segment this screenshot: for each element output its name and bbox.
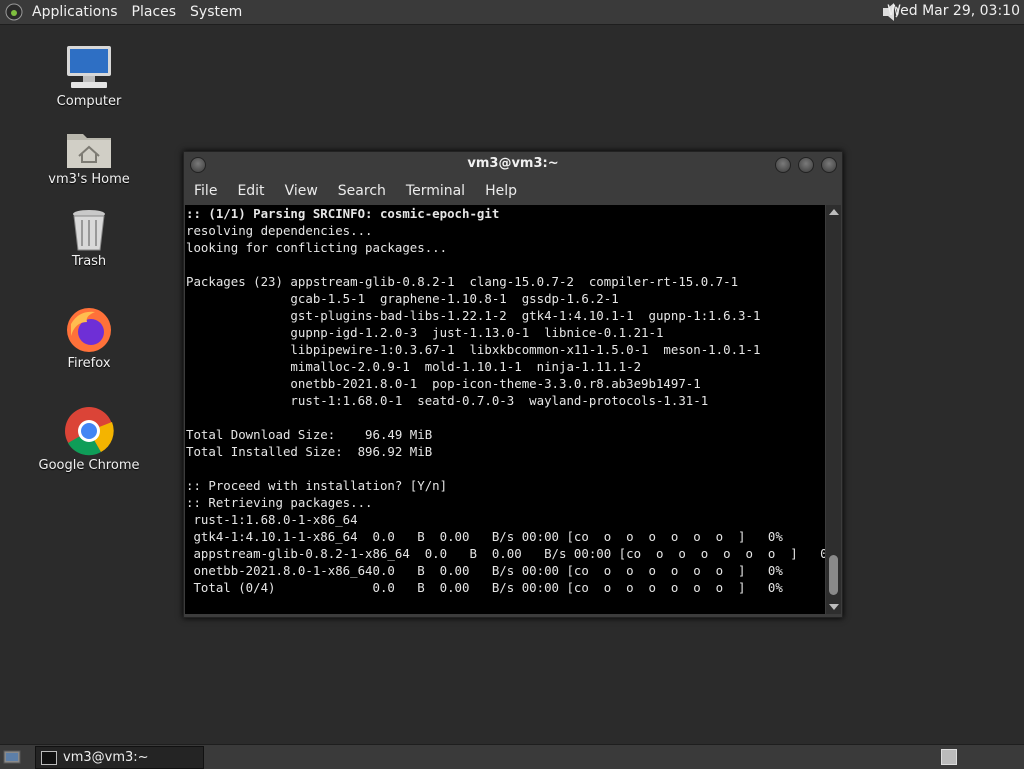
terminal-output[interactable]: :: (1/1) Parsing SRCINFO: cosmic-epoch-g… bbox=[185, 205, 825, 614]
terminal-line: Total Installed Size: 896.92 MiB bbox=[186, 444, 433, 459]
terminal-line: libpipewire-1:0.3.67-1 libxkbcommon-x11-… bbox=[186, 342, 761, 357]
title-bar[interactable]: vm3@vm3:~ bbox=[184, 152, 842, 177]
terminal-icon bbox=[41, 750, 57, 765]
terminal-line: gtk4-1:4.10.1-1-x86_64 0.0 B 0.00 B/s 00… bbox=[186, 529, 783, 544]
terminal-line: rust-1:1.68.0-1 seatd-0.7.0-3 wayland-pr… bbox=[186, 393, 709, 408]
desktop-icon-label: vm3's Home bbox=[48, 172, 130, 187]
terminal-line: gupnp-igd-1.2.0-3 just-1.13.0-1 libnice-… bbox=[186, 325, 664, 340]
home-folder-icon bbox=[67, 134, 111, 168]
gnome-foot-icon[interactable] bbox=[5, 3, 23, 21]
terminal-line: looking for conflicting packages... bbox=[186, 240, 448, 255]
terminal-line: Packages (23) appstream-glib-0.8.2-1 cla… bbox=[186, 274, 739, 289]
desktop-icon-computer[interactable]: Computer bbox=[34, 44, 144, 109]
terminal-line: resolving dependencies... bbox=[186, 223, 373, 238]
close-button[interactable] bbox=[821, 157, 837, 173]
workspace-switcher[interactable] bbox=[941, 749, 957, 765]
desktop-icon-home[interactable]: vm3's Home bbox=[34, 128, 144, 187]
terminal-line: gst-plugins-bad-libs-1.22.1-2 gtk4-1:4.1… bbox=[186, 308, 761, 323]
places-menu[interactable]: Places bbox=[125, 4, 184, 20]
menu-edit[interactable]: Edit bbox=[227, 183, 274, 199]
scrollbar[interactable] bbox=[826, 205, 841, 614]
desktop-icon-label: Trash bbox=[71, 254, 107, 269]
trash-icon bbox=[73, 210, 105, 251]
window-title: vm3@vm3:~ bbox=[467, 156, 559, 171]
menu-view[interactable]: View bbox=[275, 183, 328, 199]
desktop-icon-firefox[interactable]: Firefox bbox=[34, 306, 144, 371]
terminal-line: mimalloc-2.0.9-1 mold-1.10.1-1 ninja-1.1… bbox=[186, 359, 642, 374]
computer-icon bbox=[67, 46, 111, 88]
terminal-text: :: (1/1) Parsing SRCINFO: cosmic-epoch-g… bbox=[185, 205, 825, 596]
taskbar-label: vm3@vm3:~ bbox=[63, 750, 149, 765]
terminal-line: rust-1:1.68.0-1-x86_64 bbox=[186, 512, 358, 527]
terminal-window[interactable]: vm3@vm3:~ File Edit View Search Terminal… bbox=[183, 151, 843, 618]
menu-file[interactable]: File bbox=[184, 183, 227, 199]
menu-search[interactable]: Search bbox=[328, 183, 396, 199]
maximize-button[interactable] bbox=[798, 157, 814, 173]
applications-menu[interactable]: Applications bbox=[25, 4, 125, 20]
terminal-line: gcab-1.5-1 graphene-1.10.8-1 gssdp-1.6.2… bbox=[186, 291, 619, 306]
top-panel: Applications Places System Wed Mar 29, 0… bbox=[0, 0, 1024, 25]
desktop-icon-trash[interactable]: Trash bbox=[34, 208, 144, 269]
terminal-menu-bar: File Edit View Search Terminal Help bbox=[184, 177, 842, 204]
menu-terminal[interactable]: Terminal bbox=[396, 183, 475, 199]
scrollbar-thumb[interactable] bbox=[829, 555, 838, 595]
taskbar-terminal-button[interactable]: vm3@vm3:~ bbox=[35, 746, 204, 769]
terminal-line: :: Retrieving packages... bbox=[186, 495, 373, 510]
terminal-line: onetbb-2021.8.0-1-x86_640.0 B 0.00 B/s 0… bbox=[186, 563, 783, 578]
desktop-icon-label: Firefox bbox=[67, 356, 111, 371]
bottom-panel: vm3@vm3:~ bbox=[0, 744, 1024, 769]
desktop-icon-label: Google Chrome bbox=[38, 458, 140, 473]
terminal-line: :: Proceed with installation? [Y/n] bbox=[186, 478, 448, 493]
terminal-line: Total Download Size: 96.49 MiB bbox=[186, 427, 433, 442]
firefox-icon bbox=[67, 308, 111, 352]
system-menu[interactable]: System bbox=[183, 4, 249, 20]
terminal-line: onetbb-2021.8.0-1 pop-icon-theme-3.3.0.r… bbox=[186, 376, 701, 391]
chrome-icon bbox=[65, 407, 114, 456]
show-desktop-icon[interactable] bbox=[3, 748, 21, 766]
terminal-line: :: (1/1) Parsing SRCINFO: cosmic-epoch-g… bbox=[186, 206, 500, 221]
minimize-button[interactable] bbox=[775, 157, 791, 173]
scroll-up-icon[interactable] bbox=[829, 209, 839, 215]
terminal-line: appstream-glib-0.8.2-1-x86_64 0.0 B 0.00… bbox=[186, 546, 825, 561]
terminal-line: Total (0/4) 0.0 B 0.00 B/s 00:00 [co o o… bbox=[186, 580, 783, 595]
desktop-icon-chrome[interactable]: Google Chrome bbox=[34, 406, 144, 473]
clock[interactable]: Wed Mar 29, 03:10 bbox=[887, 3, 1020, 19]
scroll-down-icon[interactable] bbox=[829, 604, 839, 610]
menu-help[interactable]: Help bbox=[475, 183, 527, 199]
desktop-icon-label: Computer bbox=[56, 94, 122, 109]
